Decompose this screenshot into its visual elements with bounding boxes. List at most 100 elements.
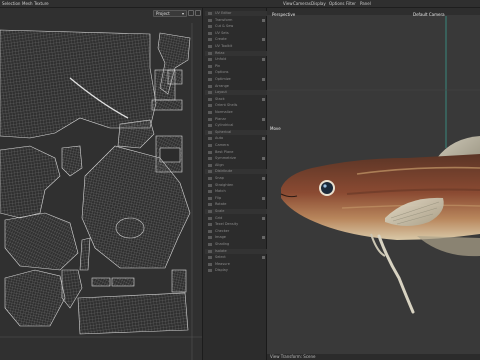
tool-row[interactable]: Arrange (205, 84, 267, 89)
chevron-down-icon: ▾ (181, 11, 184, 16)
tool-label: UV Sets (215, 30, 229, 35)
menu-display[interactable]: Display (311, 1, 326, 6)
tool-row[interactable]: Select (205, 255, 267, 260)
tool-icon (208, 210, 212, 213)
tool-row[interactable]: Camera (205, 143, 267, 148)
uv-toolkit-panel: UV Editor Transform Cut & Sew UV Sets Create… (203, 8, 267, 360)
tool-row[interactable]: Shading (205, 242, 267, 247)
project-dropdown[interactable]: Project ▾ (153, 10, 187, 17)
menu-options[interactable]: Options (329, 1, 344, 6)
tool-option-icon[interactable] (262, 196, 265, 200)
tool-row[interactable]: Spherical (205, 129, 267, 135)
tool-icon (208, 91, 212, 95)
tool-icon (208, 256, 212, 260)
tool-icon (208, 84, 212, 88)
tool-icon (208, 170, 212, 174)
tool-option-icon[interactable] (262, 38, 265, 42)
tool-row[interactable]: Cut & Sew (205, 24, 267, 29)
tool-row[interactable]: Isolate (205, 248, 267, 254)
tool-label: Options (215, 70, 229, 75)
tool-icon (208, 18, 212, 22)
tool-label: Measure (215, 261, 230, 266)
tool-option-icon[interactable] (262, 78, 265, 81)
tool-label: Cylindrical (215, 123, 234, 128)
tool-row[interactable]: Normalize (205, 110, 267, 115)
tool-option-icon[interactable] (262, 97, 265, 101)
tool-row[interactable]: Auto (205, 136, 267, 141)
tool-row[interactable]: UV Toolkit (205, 44, 267, 49)
tool-option-icon[interactable] (262, 18, 265, 22)
tool-label: Unfold (215, 57, 227, 62)
tool-row[interactable]: Straighten (205, 183, 267, 188)
tool-option-icon[interactable] (262, 216, 265, 220)
tool-row[interactable]: UV Editor (205, 11, 267, 16)
tool-row[interactable]: Snap (205, 176, 267, 181)
tool-row[interactable]: Symmetrize (205, 156, 267, 161)
tool-option-icon[interactable] (262, 236, 265, 240)
tool-row[interactable]: Create (205, 37, 267, 42)
tool-row[interactable]: Scale (205, 209, 267, 214)
tool-icon (208, 157, 212, 161)
tool-option-icon[interactable] (262, 177, 265, 180)
tool-row[interactable]: Unfold (205, 57, 267, 62)
tool-row[interactable]: Layout (205, 90, 267, 96)
tool-label: Texel Density (215, 222, 239, 227)
tool-icon (208, 243, 212, 246)
tool-option-icon[interactable] (262, 256, 265, 260)
tool-row[interactable]: Checker (205, 229, 267, 234)
menu-texture[interactable]: Texture (34, 1, 49, 6)
tool-row[interactable]: Orient Shells (205, 103, 267, 108)
tool-row[interactable]: Flip (205, 196, 267, 201)
tool-row[interactable]: Measure (205, 262, 267, 267)
tool-label: Spherical (215, 129, 232, 134)
tool-icon (208, 111, 212, 114)
tool-label: Optimize (215, 77, 231, 81)
menu-view[interactable]: View (283, 1, 293, 6)
tool-row[interactable]: Display (205, 268, 267, 273)
tool-label: Symmetrize (215, 156, 237, 161)
tool-row[interactable]: Cylindrical (205, 123, 267, 128)
tool-icon (208, 223, 212, 227)
menu-panel[interactable]: Panel (360, 1, 371, 6)
tool-row[interactable]: Distribute (205, 169, 267, 175)
uv-shell-head (0, 145, 61, 219)
tool-option-icon[interactable] (262, 58, 265, 62)
tool-label: Orient Shells (215, 103, 238, 108)
tool-label: Flip (215, 195, 222, 200)
tool-option-icon[interactable] (262, 117, 265, 121)
uv-editor[interactable]: Project ▾ (0, 8, 203, 360)
tool-label: UV Toolkit (215, 44, 233, 48)
tool-row[interactable]: UV Sets (205, 31, 267, 36)
tool-row[interactable]: Align (205, 163, 267, 168)
menu-filter[interactable]: Filter (346, 1, 356, 6)
tool-row[interactable]: Stack (205, 97, 267, 102)
uv-settings-icon[interactable] (188, 10, 194, 16)
viewport-3d[interactable]: Perspective Default Camera Move View Tra… (267, 8, 480, 360)
menubar: Selection Mesh Texture View Cameras Disp… (0, 0, 480, 8)
menu-cameras[interactable]: Cameras (293, 1, 311, 6)
menu-selection[interactable]: Selection (2, 1, 20, 6)
tool-row[interactable]: Planar (205, 117, 267, 122)
tool-row[interactable]: Best Plane (205, 150, 267, 155)
tool-row[interactable]: Transform (205, 18, 267, 23)
tool-label: Normalize (215, 110, 233, 114)
menu-mesh[interactable]: Mesh (22, 1, 33, 6)
tool-row[interactable]: Options (205, 70, 267, 75)
tool-row[interactable]: Optimize (205, 77, 267, 82)
tool-row[interactable]: Texel Density (205, 222, 267, 227)
tool-row[interactable]: Relax (205, 50, 267, 56)
uv-pin-icon[interactable] (195, 10, 201, 16)
tool-label: Image (215, 235, 226, 240)
tool-label: Cut & Sew (215, 24, 234, 29)
tool-row[interactable]: Image (205, 235, 267, 240)
tool-row[interactable]: Pin (205, 64, 267, 69)
tool-option-icon[interactable] (262, 157, 265, 161)
tool-option-icon[interactable] (262, 137, 265, 141)
tool-row[interactable]: Match (205, 189, 267, 194)
tool-row[interactable]: Rotate (205, 202, 267, 207)
tool-icon (208, 236, 212, 240)
tool-row[interactable]: Grid (205, 216, 267, 221)
tool-icon (208, 124, 212, 128)
tool-icon (208, 249, 212, 253)
tool-label: Stack (215, 96, 225, 101)
